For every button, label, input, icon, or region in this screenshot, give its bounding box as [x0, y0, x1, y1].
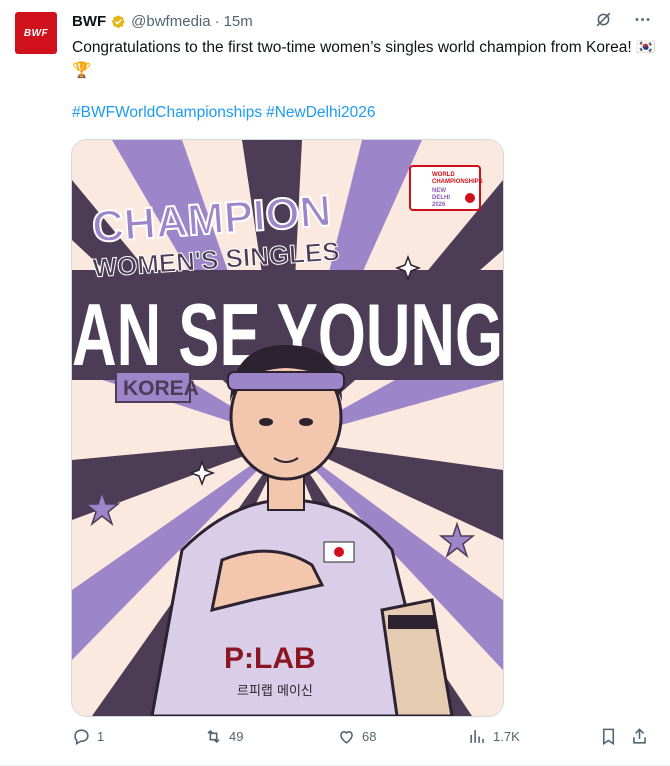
timestamp[interactable]: 15m [224, 13, 253, 30]
share-button[interactable] [630, 727, 655, 746]
verified-badge-icon [112, 14, 125, 28]
views-icon [470, 730, 484, 743]
bookmark-icon [602, 728, 615, 746]
views-button[interactable]: 1.7K [468, 727, 520, 746]
repost-button[interactable]: 49 [204, 727, 243, 746]
hashtag-link[interactable]: #NewDelhi2026 [266, 104, 375, 121]
handle[interactable]: @bwfmedia [131, 13, 210, 30]
more-icon[interactable] [633, 10, 652, 29]
hashtags: #BWFWorldChampionships #NewDelhi2026 [72, 104, 380, 122]
badge-line3: NEW [432, 188, 446, 194]
reply-icon [74, 729, 89, 746]
tweet-header: BWF @bwfmedia · 15m [72, 11, 253, 31]
reply-count: 1 [97, 729, 105, 744]
tweet-image[interactable]: CHAMPION WOMEN'S SINGLES WORLD CHAMPIONS… [71, 139, 504, 717]
hashtag-link[interactable]: #BWFWorldChampionships [72, 104, 262, 121]
top-actions [594, 10, 652, 29]
separator-dot: · [214, 12, 220, 30]
avatar[interactable]: BWF [15, 12, 57, 54]
championship-badge: WORLD CHAMPIONSHIPS NEW DELHI 2026 [409, 165, 483, 211]
like-button[interactable]: 68 [337, 727, 376, 746]
country-text: KOREA [123, 377, 199, 400]
like-icon [340, 731, 353, 744]
repost-count: 49 [229, 729, 244, 744]
like-count: 68 [362, 729, 377, 744]
action-bar: 1 49 68 1.7K [72, 727, 652, 753]
reply-button[interactable]: 1 [72, 727, 104, 746]
champion-poster: CHAMPION WOMEN'S SINGLES WORLD CHAMPIONS… [72, 140, 503, 716]
repost-icon [207, 729, 220, 744]
tweet-text: Congratulations to the first two-time wo… [72, 39, 656, 79]
display-name[interactable]: BWF [72, 13, 106, 30]
sponsor-text: P:LAB [224, 642, 316, 675]
badge-line4: DELHI [432, 195, 450, 201]
views-count: 1.7K [493, 729, 520, 744]
sponsor-korean-text: 르피랩 메이신 [237, 684, 313, 699]
share-icon [633, 728, 646, 744]
bookmark-button[interactable] [599, 727, 624, 746]
avatar-logo: BWF [23, 27, 49, 39]
badge-line2: CHAMPIONSHIPS [432, 179, 483, 185]
badge-line5: 2026 [432, 202, 446, 208]
badge-line1: WORLD [432, 172, 455, 178]
grok-icon[interactable] [594, 10, 613, 29]
